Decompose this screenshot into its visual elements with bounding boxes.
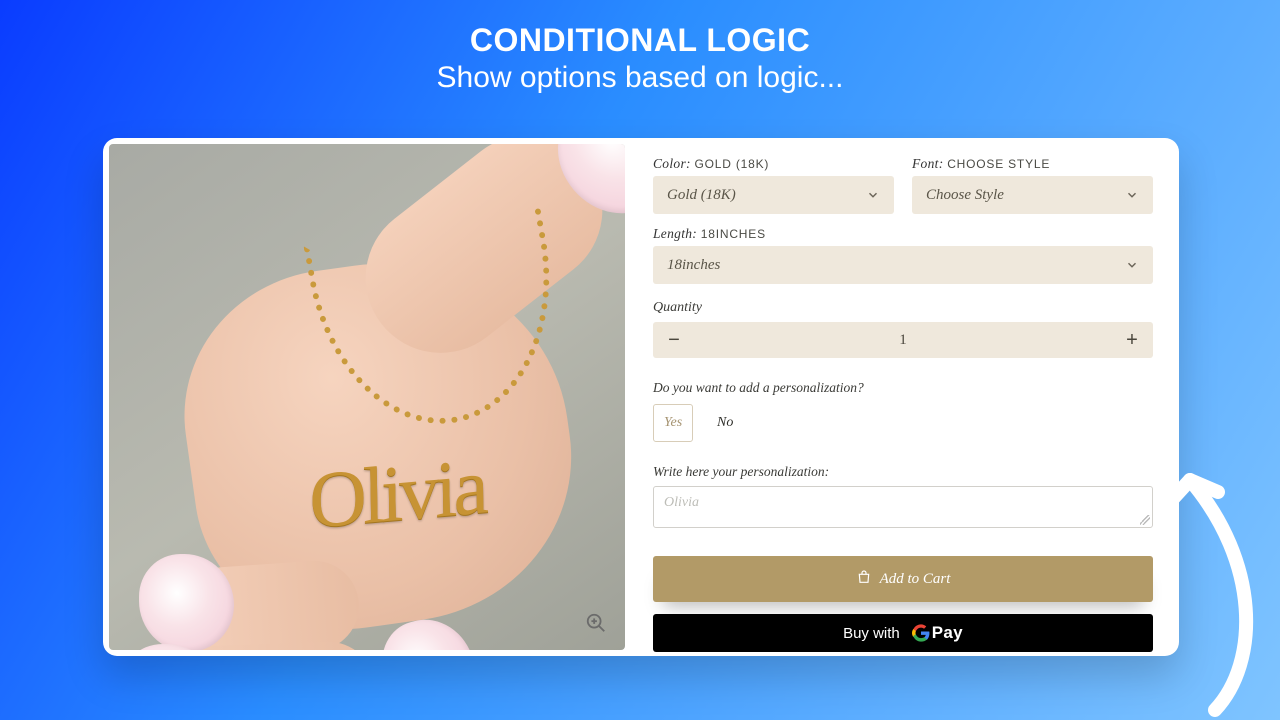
personalization-input[interactable]: Olivia: [653, 486, 1153, 528]
personalization-question: Do you want to add a personalization?: [653, 380, 1153, 396]
quantity-stepper: − 1 +: [653, 322, 1153, 358]
options-form: Color: GOLD (18K) Gold (18K) Font: CHOOS…: [631, 138, 1179, 656]
necklace-script: Olivia: [309, 446, 486, 542]
length-label: Length: 18INCHES: [653, 226, 1153, 242]
product-card: Olivia Color: GOLD (18K): [103, 138, 1179, 656]
page-subtitle: Show options based on logic...: [0, 61, 1280, 95]
quantity-increase[interactable]: +: [1111, 322, 1153, 358]
length-selected: 18inches: [667, 257, 720, 274]
chevron-down-icon: [1125, 258, 1139, 272]
gpay-logo: Pay: [912, 623, 963, 643]
gpay-button[interactable]: Buy with Pay: [653, 614, 1153, 652]
font-selected: Choose Style: [926, 187, 1004, 204]
personalization-input-label: Write here your personalization:: [653, 464, 1153, 480]
personalization-yes[interactable]: Yes: [653, 404, 693, 442]
buy-with-text: Buy with: [843, 625, 900, 642]
quantity-label: Quantity: [653, 300, 1153, 316]
font-select[interactable]: Choose Style: [912, 176, 1153, 214]
hand-illustration: Olivia: [109, 144, 625, 650]
color-selected: Gold (18K): [667, 187, 736, 204]
zoom-icon[interactable]: [585, 612, 607, 634]
add-to-cart-button[interactable]: Add to Cart: [653, 556, 1153, 602]
product-image[interactable]: Olivia: [109, 144, 625, 650]
chevron-down-icon: [1125, 188, 1139, 202]
chevron-down-icon: [866, 188, 880, 202]
quantity-decrease[interactable]: −: [653, 322, 695, 358]
color-select[interactable]: Gold (18K): [653, 176, 894, 214]
page-title: CONDITIONAL LOGIC: [0, 22, 1280, 59]
personalization-no[interactable]: No: [709, 404, 749, 442]
font-label: Font: CHOOSE STYLE: [912, 156, 1153, 172]
bag-icon: [856, 569, 872, 590]
color-label: Color: GOLD (18K): [653, 156, 894, 172]
add-to-cart-label: Add to Cart: [880, 571, 951, 588]
length-select[interactable]: 18inches: [653, 246, 1153, 284]
quantity-value: 1: [695, 332, 1111, 349]
